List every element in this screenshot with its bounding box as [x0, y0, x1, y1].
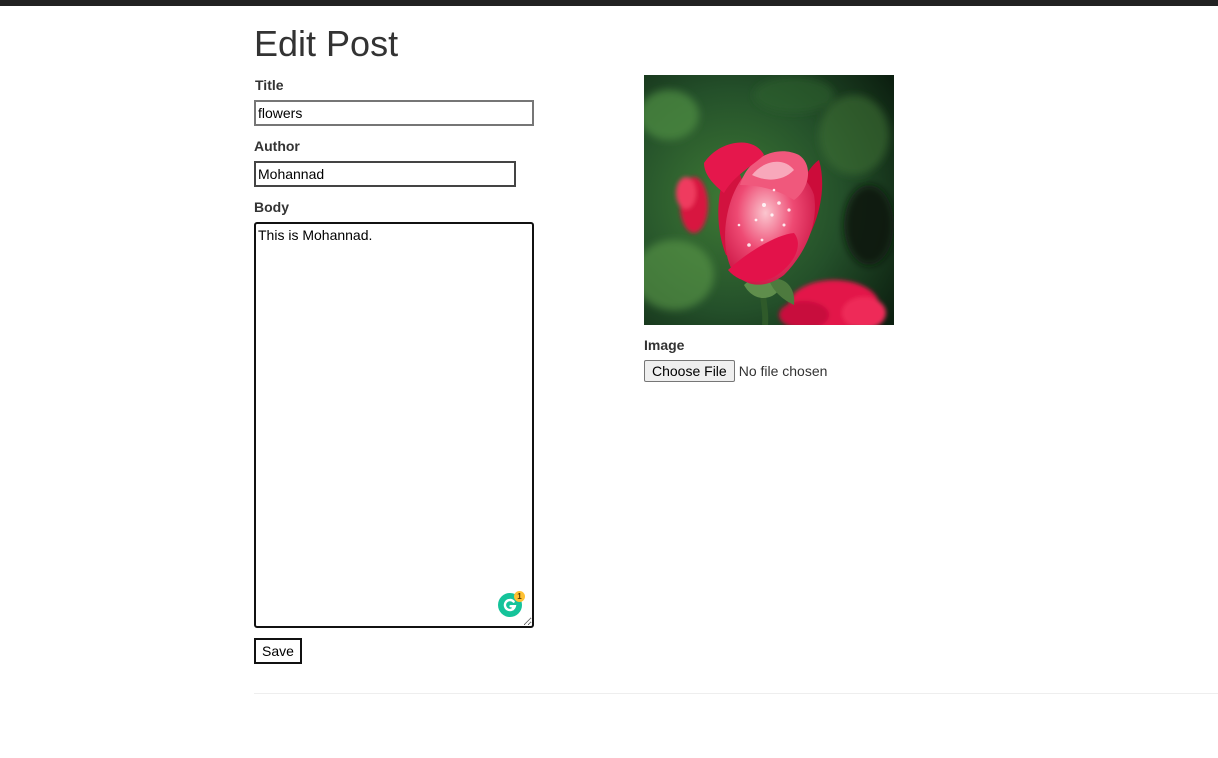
body-label: Body	[254, 199, 289, 215]
divider	[254, 693, 1218, 694]
file-status-text: No file chosen	[738, 363, 828, 379]
post-image	[644, 75, 894, 325]
body-textarea[interactable]: This is Mohannad.	[254, 222, 534, 628]
choose-file-button[interactable]: Choose File	[644, 360, 735, 382]
file-input[interactable]: Choose File No file chosen	[644, 360, 827, 382]
title-input[interactable]	[254, 100, 534, 126]
title-label: Title	[255, 77, 284, 93]
grammarly-widget[interactable]: 1	[498, 591, 525, 619]
top-bar	[0, 0, 1218, 6]
author-label: Author	[254, 138, 300, 154]
save-button[interactable]: Save	[254, 638, 302, 664]
page-title: Edit Post	[254, 23, 399, 64]
image-label: Image	[644, 337, 685, 353]
author-input[interactable]	[254, 161, 516, 187]
grammarly-badge: 1	[514, 591, 525, 602]
